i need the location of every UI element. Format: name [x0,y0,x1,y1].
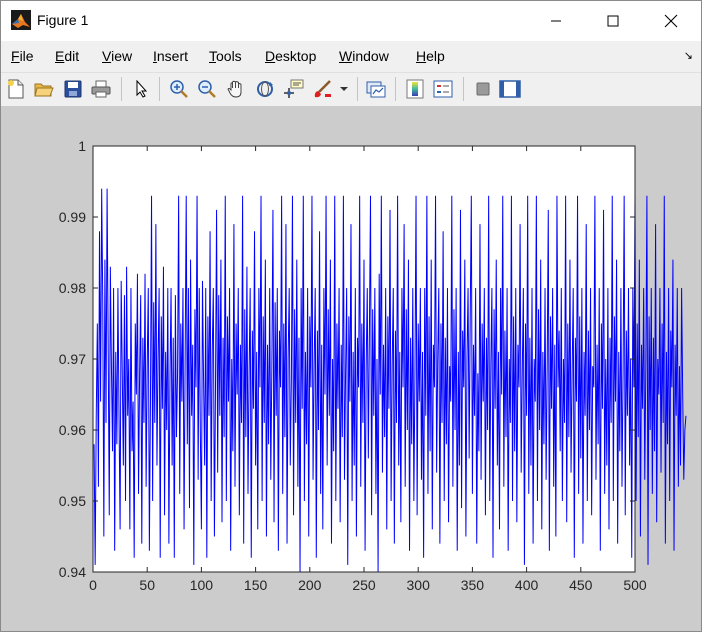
insert-colorbar-icon [406,79,424,99]
zoom-in-button[interactable] [168,78,190,100]
brush-icon [314,80,331,98]
x-tick-label: 200 [298,577,322,593]
menu-tools[interactable]: Tools [209,48,242,64]
menu-help[interactable]: Help [416,48,445,64]
maximize-button[interactable] [590,1,636,41]
y-tick-label: 0.98 [59,280,86,296]
plot-area[interactable]: 0 50 100 150 200 250 300 350 400 450 500 0.94 0.95 0… [0,105,700,625]
data-cursor-button[interactable] [282,78,304,100]
menu-edit[interactable]: Edit [55,48,79,64]
edit-plot-button[interactable] [131,78,153,100]
minimize-icon [551,20,561,22]
save-icon [64,80,82,98]
brush-dropdown-button[interactable] [337,78,351,100]
x-tick-label: 150 [244,577,268,593]
x-tick-label: 50 [139,577,155,593]
toolbar-separator [159,77,160,101]
insert-legend-button[interactable] [432,78,454,100]
y-tick-label: 0.96 [59,422,86,438]
insert-colorbar-button[interactable] [404,78,426,100]
toolbar-separator [121,77,122,101]
edit-plot-arrow-icon [136,80,148,98]
toolbar-separator [463,77,464,101]
print-button[interactable] [90,78,112,100]
y-tick-label: 0.97 [59,351,86,367]
pan-hand-icon [227,80,242,98]
menu-view[interactable]: View [102,48,132,64]
menu-insert[interactable]: Insert [153,48,188,64]
menu-bar: File Edit View Insert Tools Desktop Wind… [1,41,701,71]
insert-legend-icon [433,80,453,98]
brush-button[interactable] [312,78,334,100]
x-tick-label: 100 [190,577,214,593]
x-tick-label: 450 [569,577,593,593]
show-plot-tools-button[interactable] [499,78,521,100]
title-bar[interactable]: Figure 1 [1,1,701,41]
link-plot-button[interactable] [365,78,387,100]
open-file-icon [34,83,54,97]
toolbar-separator [395,77,396,101]
zoom-out-icon [198,80,216,98]
x-tick-label: 500 [623,577,647,593]
x-tick-label: 350 [461,577,485,593]
zoom-out-button[interactable] [196,78,218,100]
x-tick-label: 0 [89,577,97,593]
x-tick-label: 300 [407,577,431,593]
window-title: Figure 1 [37,12,89,28]
close-icon [664,14,678,28]
show-plot-tools-icon [499,80,521,98]
save-button[interactable] [62,78,84,100]
y-tick-label: 0.95 [59,493,86,509]
pan-button[interactable] [225,78,247,100]
figure-toolbar [1,72,701,107]
maximize-icon [607,15,619,27]
rotate-3d-icon [257,81,273,97]
print-icon [91,80,111,98]
hide-plot-tools-button[interactable] [472,78,494,100]
toolbar-separator [357,77,358,101]
menu-window[interactable]: Window [339,48,389,64]
new-figure-button[interactable] [5,78,27,100]
close-button[interactable] [648,1,694,41]
x-tick-label: 400 [515,577,539,593]
chevron-down-icon [340,87,348,91]
dock-figure-icon[interactable]: ↘ [684,49,693,62]
matlab-logo-icon [11,10,31,30]
link-plot-icon [366,81,386,98]
rotate-3d-button[interactable] [254,78,276,100]
menu-file[interactable]: File [11,48,34,64]
menu-desktop[interactable]: Desktop [265,48,316,64]
minimize-button[interactable] [533,1,579,41]
new-figure-icon [8,79,24,99]
hide-plot-tools-icon [476,82,490,96]
data-cursor-icon [284,79,304,98]
x-tick-label: 250 [352,577,376,593]
zoom-in-icon [170,80,188,98]
y-tick-label: 0.99 [59,209,86,225]
y-tick-label: 0.94 [59,564,86,580]
y-tick-label: 1 [78,138,86,154]
open-file-button[interactable] [33,78,55,100]
